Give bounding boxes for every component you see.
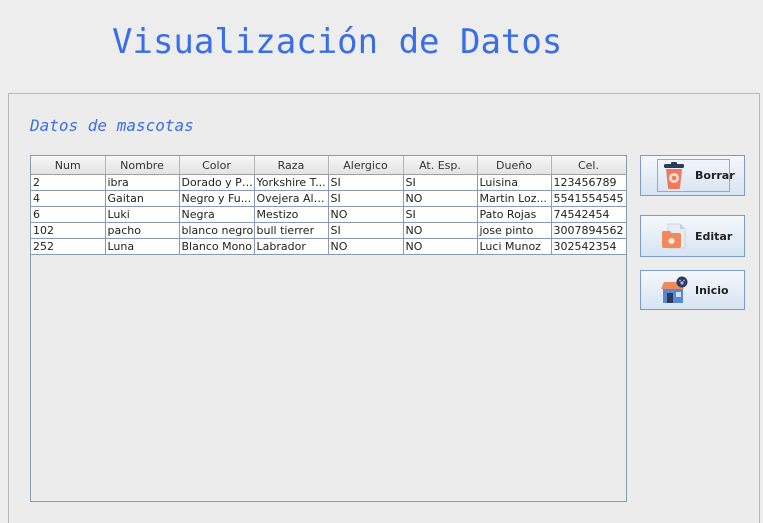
table-cell[interactable]: 102 [31, 222, 106, 239]
edit-button[interactable]: Editar [640, 215, 745, 257]
table-cell[interactable]: Martin Loz... [477, 190, 552, 207]
table-cell[interactable]: 5541554545 [551, 190, 626, 207]
table-cell[interactable]: Pato Rojas [477, 206, 552, 223]
table-cell[interactable]: 3007894562 [551, 222, 626, 239]
table-cell[interactable]: blanco negro [179, 222, 255, 239]
table-cell[interactable]: 252 [31, 238, 106, 255]
column-header[interactable]: Dueño [477, 156, 552, 175]
home-button-label: Inicio [695, 283, 729, 297]
table-cell[interactable]: Luci Munoz [477, 238, 552, 255]
table-row[interactable]: 102 pacho blanco negro bull tierrer SI N… [31, 222, 626, 239]
table-cell[interactable]: Yorkshire T... [254, 174, 329, 191]
delete-button-focus-ring [657, 159, 730, 192]
file-edit-icon [659, 221, 689, 251]
column-header[interactable]: At. Esp. [403, 156, 478, 175]
column-header[interactable]: Cel. [551, 156, 626, 175]
table-cell[interactable]: NO [403, 238, 478, 255]
table-cell[interactable]: SI [328, 190, 404, 207]
table-cell[interactable]: Luisina [477, 174, 552, 191]
edit-button-label: Editar [695, 229, 733, 243]
table-cell[interactable]: SI [403, 174, 478, 191]
table-cell[interactable]: Mestizo [254, 206, 329, 223]
table-cell[interactable]: SI [328, 222, 404, 239]
table-row[interactable]: 4 Gaitan Negro y Fu... Ovejera Ale... SI… [31, 190, 626, 207]
column-header[interactable]: Raza [254, 156, 329, 175]
table-cell[interactable]: 74542454 [551, 206, 626, 223]
table-cell[interactable]: Luki [105, 206, 180, 223]
table-cell[interactable]: SI [403, 206, 478, 223]
table-cell[interactable]: SI [328, 174, 404, 191]
table-cell[interactable]: Negro y Fu... [179, 190, 255, 207]
table-cell[interactable]: NO [403, 222, 478, 239]
table-cell[interactable]: 6 [31, 206, 106, 223]
table-cell[interactable]: pacho [105, 222, 180, 239]
table-cell[interactable]: Negra [179, 206, 255, 223]
page-title: Visualización de Datos [112, 22, 563, 62]
table-cell[interactable]: ibra [105, 174, 180, 191]
table-cell[interactable]: NO [403, 190, 478, 207]
table-cell[interactable]: Labrador [254, 238, 329, 255]
table-row[interactable]: 6 Luki Negra Mestizo NO SI Pato Rojas 74… [31, 206, 626, 223]
table-cell[interactable]: 2 [31, 174, 106, 191]
table-cell[interactable]: 123456789 [551, 174, 626, 191]
table-cell[interactable]: NO [328, 206, 404, 223]
column-header[interactable]: Num [31, 156, 106, 175]
table-cell[interactable]: Blanco Mono [179, 238, 255, 255]
delete-button[interactable]: Borrar [640, 155, 745, 196]
table-cell[interactable]: Luna [105, 238, 180, 255]
column-header[interactable]: Color [179, 156, 255, 175]
table-row[interactable]: 252 Luna Blanco Mono Labrador NO NO Luci… [31, 238, 626, 255]
table-cell[interactable]: Gaitan [105, 190, 180, 207]
table-cell[interactable]: bull tierrer [254, 222, 329, 239]
table-cell[interactable]: jose pinto [477, 222, 552, 239]
table-header-row: Num Nombre Color Raza Alergico At. Esp. … [31, 156, 626, 175]
pets-table-grid: Num Nombre Color Raza Alergico At. Esp. … [31, 156, 626, 255]
home-icon [659, 275, 689, 305]
table-cell[interactable]: Ovejera Ale... [254, 190, 329, 207]
column-header[interactable]: Alergico [328, 156, 404, 175]
table-cell[interactable]: 302542354 [551, 238, 626, 255]
table-cell[interactable]: 4 [31, 190, 106, 207]
table-cell[interactable]: Dorado y Pl... [179, 174, 255, 191]
table-cell[interactable]: NO [328, 238, 404, 255]
column-header[interactable]: Nombre [105, 156, 180, 175]
section-title: Datos de mascotas [30, 116, 194, 135]
home-button[interactable]: Inicio [640, 270, 745, 310]
pets-table[interactable]: Num Nombre Color Raza Alergico At. Esp. … [30, 155, 627, 502]
table-row[interactable]: 2 ibra Dorado y Pl... Yorkshire T... SI … [31, 174, 626, 191]
